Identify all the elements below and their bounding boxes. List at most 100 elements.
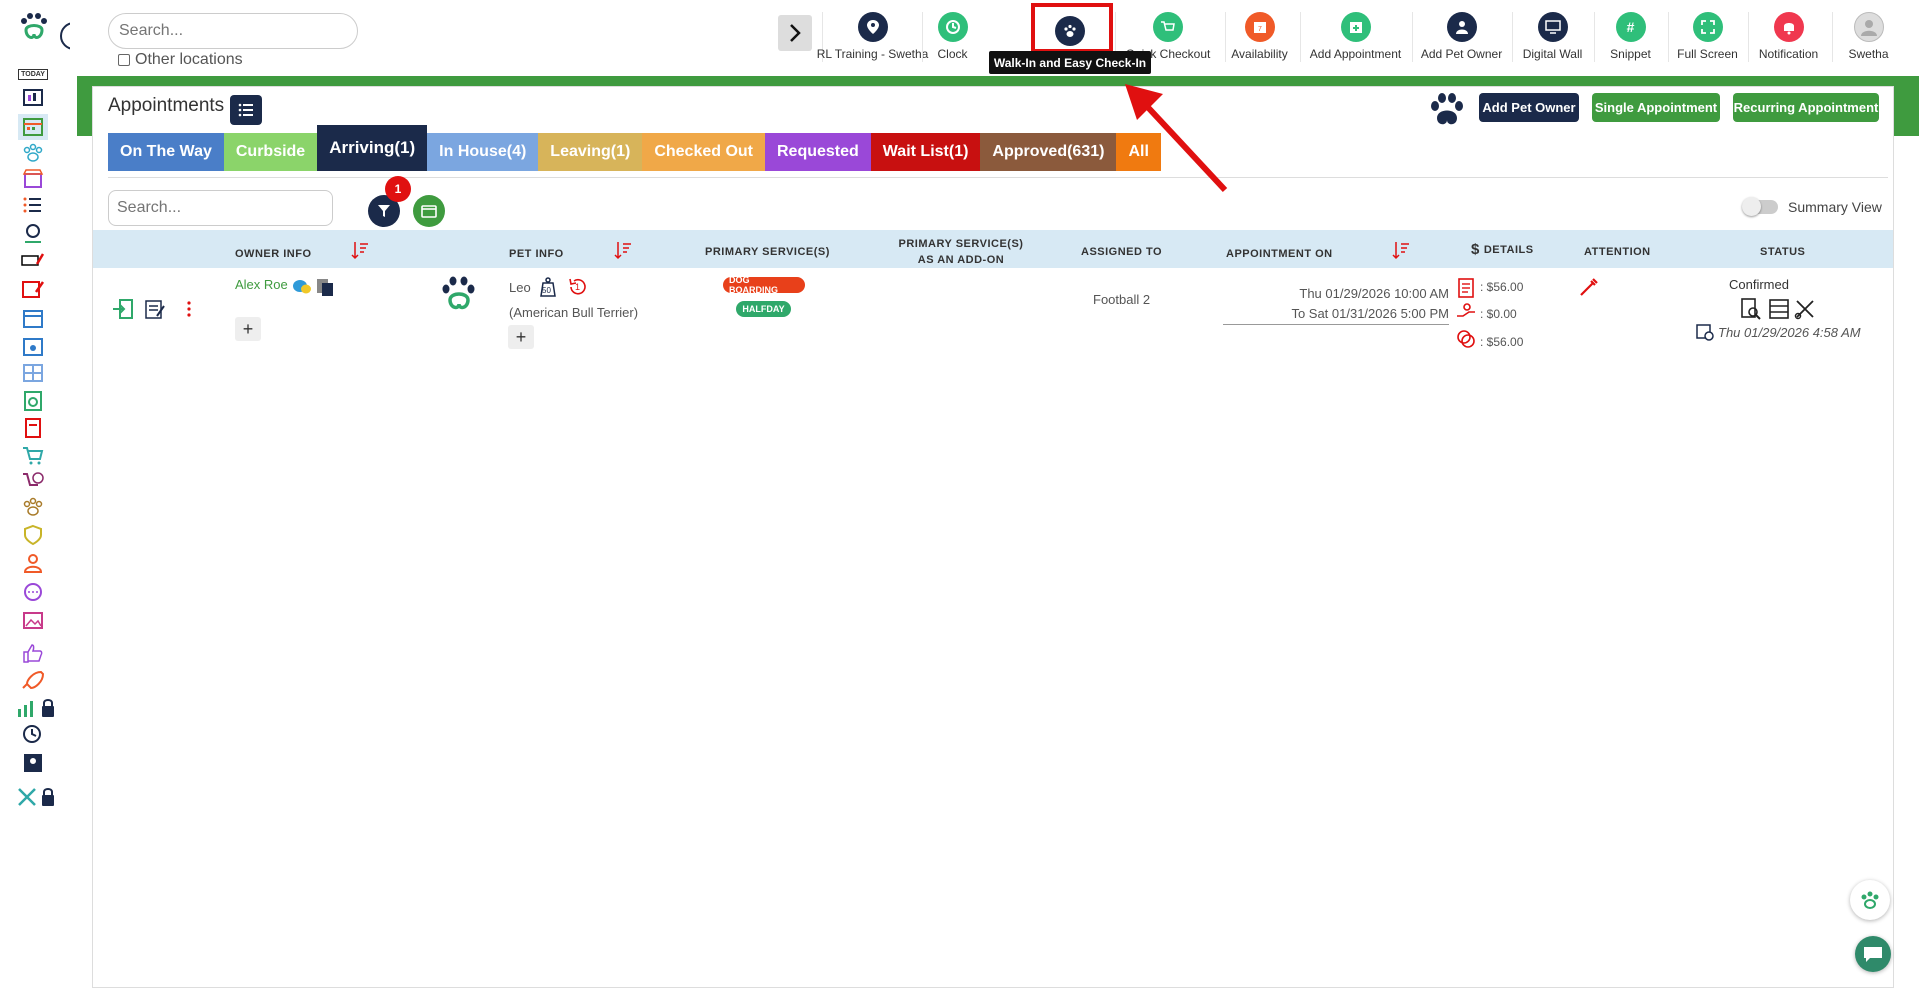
add-pet-owner-button[interactable]: Add Pet Owner [1479,93,1579,122]
sidebar-list-icon[interactable] [20,194,46,216]
full-screen-button[interactable]: Full Screen [1668,12,1746,62]
sidebar-store-icon[interactable] [20,168,46,190]
notes-icon[interactable] [143,298,167,320]
th-attention: ATTENTION [1584,246,1651,258]
sidebar-shield-icon[interactable] [20,524,46,546]
filter-icon [378,205,390,217]
paw-logo-icon[interactable] [18,12,52,47]
payment-hand-icon[interactable] [1455,302,1477,322]
sidebar-washer-icon[interactable] [20,390,46,412]
detail-total: : $56.00 [1480,280,1524,294]
pet-add-button[interactable]: + [508,325,534,349]
tab-arriving[interactable]: Arriving(1) [317,125,428,171]
hash-icon: # [1615,12,1646,42]
add-appointment-button[interactable]: Add Appointment [1300,12,1410,62]
sidebar-today-icon[interactable]: TODAY [18,63,48,85]
svg-text:7: 7 [1258,26,1262,33]
more-options-icon[interactable] [185,300,193,318]
sidebar-image-icon[interactable] [20,610,46,632]
tab-in-house[interactable]: In House(4) [427,133,539,171]
sidebar-rocket-icon[interactable] [20,670,46,692]
summary-view-toggle[interactable]: Summary View [1742,197,1882,216]
sidebar-clock-icon[interactable] [20,724,46,746]
history-icon[interactable]: 1 [567,276,589,298]
pet-name[interactable]: Leo [509,280,531,295]
tab-requested[interactable]: Requested [765,133,871,171]
toggle-switch[interactable] [1742,197,1778,216]
tab-curbside[interactable]: Curbside [223,133,318,171]
check-in-icon[interactable] [111,298,135,320]
snippet-button[interactable]: # Snippet [1594,12,1666,62]
sort-pet-icon[interactable] [613,240,633,260]
service-tag-boarding: DOG BOARDING [723,275,805,295]
th-status: STATUS [1760,246,1806,258]
owner-add-button[interactable]: + [235,317,261,341]
export-button[interactable] [413,195,445,227]
sidebar-cart-clock-icon[interactable] [20,470,46,492]
vaccine-syringe-icon[interactable] [1578,276,1598,298]
kennel-icon[interactable] [1767,297,1791,321]
sidebar-paw-2-icon[interactable] [20,496,46,518]
tab-approved[interactable]: Approved(631) [980,133,1117,171]
search-document-icon[interactable] [1739,297,1763,321]
tab-checked-out[interactable]: Checked Out [642,133,765,171]
documents-icon[interactable] [315,277,335,297]
notification-button[interactable]: Notification [1748,12,1828,62]
sidebar-calendar-edit-icon[interactable] [20,278,46,300]
th-primary-services: PRIMARY SERVICE(S) [705,246,830,258]
sidebar-calendar-user-icon[interactable] [20,336,46,358]
sidebar-today-edit-icon[interactable] [20,250,46,272]
tab-on-the-way[interactable]: On The Way [108,133,224,171]
global-search-input[interactable] [108,13,358,49]
checkbox-box[interactable] [118,54,130,66]
cart-icon [1153,12,1183,42]
recurring-appointment-button[interactable]: Recurring Appointment [1733,93,1879,122]
location-button[interactable]: RL Training - Swetha [817,12,928,62]
list-view-button[interactable] [230,95,262,125]
tab-wait-list[interactable]: Wait List(1) [870,133,981,171]
assigned-to: Football 2 [1093,292,1151,307]
profile-button[interactable]: Swetha [1832,12,1904,62]
th-owner-info: OWNER INFO [235,248,312,260]
sidebar-dashboard-icon[interactable] [20,87,46,109]
sidebar-paw-icon[interactable] [20,142,46,164]
topbar-expand-button[interactable] [778,15,812,51]
sidebar-tools-locked-icon[interactable] [16,786,58,808]
invoice-icon[interactable] [1456,277,1476,299]
paw-header-icon [1427,92,1467,133]
sidebar-cart-icon[interactable] [20,444,46,466]
appointment-search-input[interactable] [108,190,333,226]
chat-bubbles-icon[interactable] [292,278,312,296]
sidebar-calendar-2-icon[interactable] [20,308,46,330]
owner-name-link[interactable]: Alex Roe [235,277,288,292]
expand-icon [1692,12,1723,42]
sidebar-calendar-icon[interactable] [18,114,48,140]
sidebar-chat-icon[interactable] [20,582,46,604]
folder-icon [421,205,437,218]
sort-appointment-icon[interactable] [1391,240,1411,260]
sidebar-reports-locked-icon[interactable] [16,697,58,719]
tab-leaving[interactable]: Leaving(1) [538,133,643,171]
sort-owner-icon[interactable] [350,240,370,260]
th-details: $ DETAILS [1471,241,1534,258]
th-addon-services: PRIMARY SERVICE(S) AS AN ADD-ON [898,238,1024,266]
digital-wall-button[interactable]: Digital Wall [1512,12,1592,62]
availability-button[interactable]: 7 Availability [1225,12,1293,62]
paw-help-button[interactable] [1850,880,1890,920]
sidebar-grid-icon[interactable] [20,362,46,384]
coins-icon[interactable] [1455,328,1477,350]
grooming-tools-icon[interactable] [1793,297,1817,321]
location-pin-icon [857,12,888,42]
sidebar-location-icon[interactable] [20,222,46,244]
th-assigned-to: ASSIGNED TO [1081,246,1163,258]
single-appointment-button[interactable]: Single Appointment [1592,93,1720,122]
clock-button[interactable]: Clock [922,12,982,62]
status-text: Confirmed [1729,277,1789,292]
sidebar-badge-icon[interactable] [20,752,46,774]
sidebar-thumbs-up-icon[interactable] [20,642,46,664]
chat-support-button[interactable] [1855,936,1891,972]
other-locations-checkbox[interactable]: Other locations [118,51,243,69]
sidebar-user-icon[interactable] [20,552,46,574]
sidebar-form-icon[interactable] [20,417,46,439]
add-pet-owner-top-button[interactable]: Add Pet Owner [1412,12,1510,62]
